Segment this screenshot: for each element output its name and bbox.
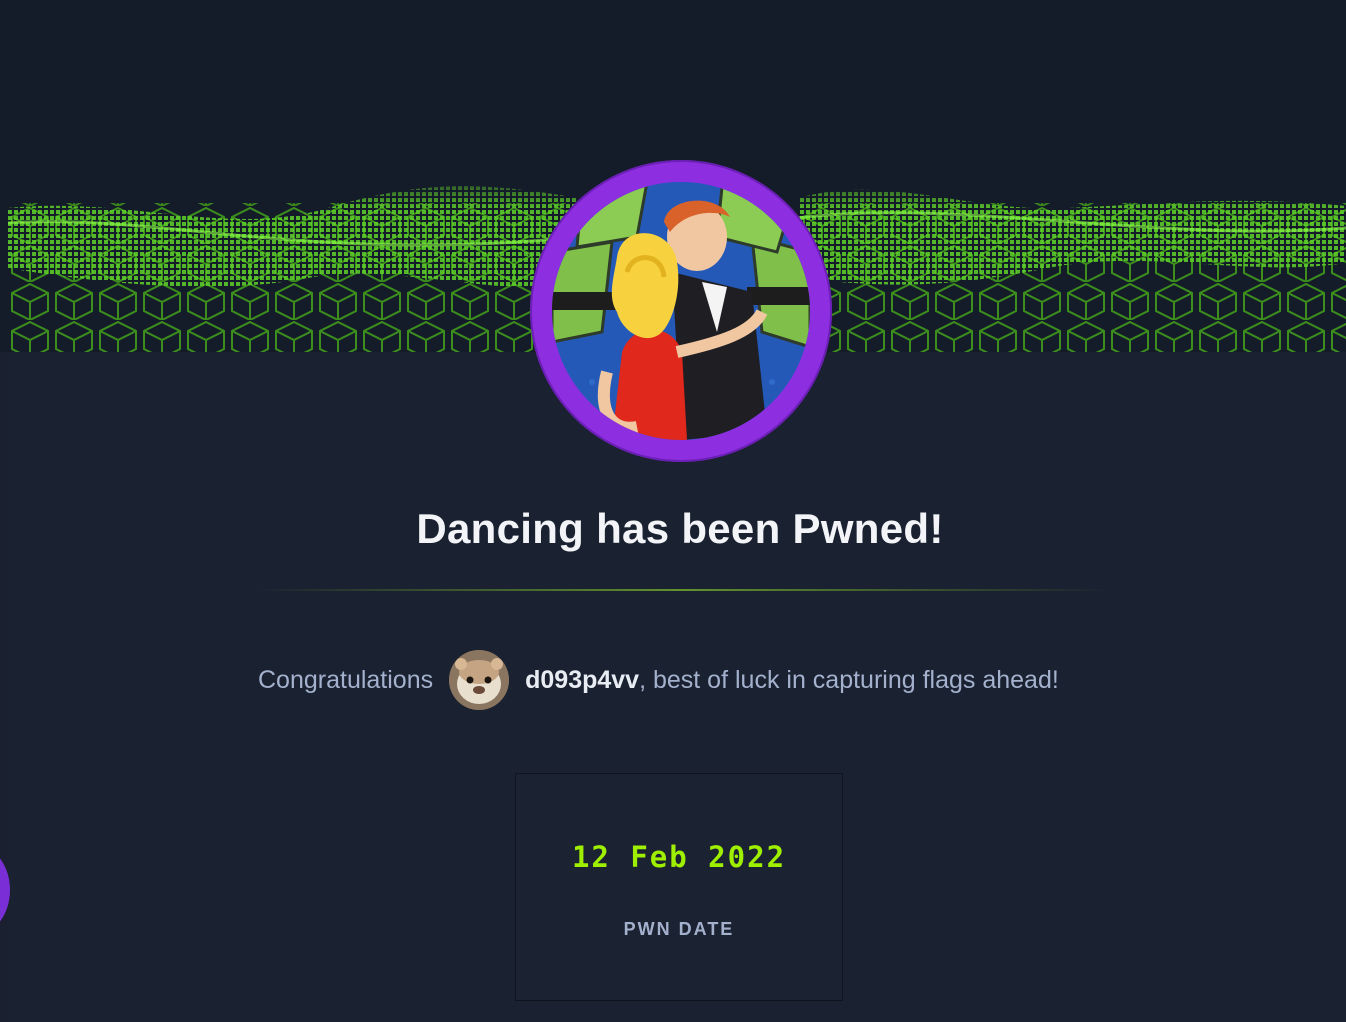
- hamster-avatar-icon[interactable]: [449, 650, 510, 710]
- pwn-date-label: PWN DATE: [623, 919, 735, 939]
- pwn-date-value: 12 Feb 2022: [571, 840, 787, 874]
- congrats-prefix: Congratulations: [258, 665, 434, 694]
- pwned-page: Dancing has been Pwned! Congratulations …: [0, 0, 1346, 1022]
- pwn-date-card: 12 Feb 2022 PWN DATE: [515, 773, 843, 1001]
- dancing-couple-icon: [552, 182, 810, 440]
- congrats-suffix: , best of luck in capturing flags ahead!: [639, 665, 1059, 694]
- username-link[interactable]: d093p4vv: [525, 666, 639, 695]
- congrats-message: Congratulations d093p4vv , best of luck …: [258, 648, 1059, 712]
- title-divider: [255, 589, 1110, 591]
- page-title: Dancing has been Pwned!: [416, 505, 944, 552]
